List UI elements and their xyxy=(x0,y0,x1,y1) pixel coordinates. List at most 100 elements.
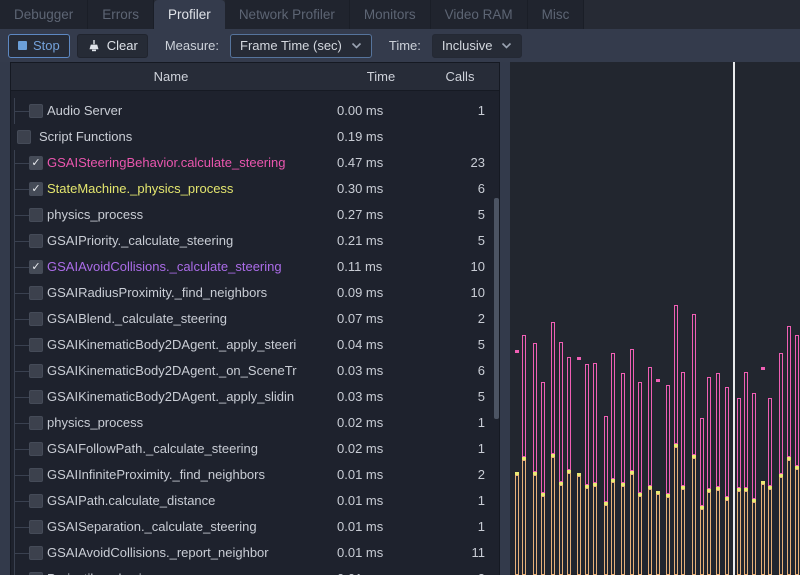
time-select[interactable]: Inclusive xyxy=(432,34,523,58)
function-name: Audio Server xyxy=(47,98,331,124)
table-row[interactable]: Audio Server0.00 ms1 xyxy=(11,98,499,124)
tree-guide-line xyxy=(14,163,29,164)
table-row[interactable]: GSAIKinematicBody2DAgent._on_SceneTr0.03… xyxy=(11,358,499,384)
tab-profiler[interactable]: Profiler xyxy=(154,0,225,29)
tree-guide-line xyxy=(14,111,29,112)
tab-errors[interactable]: Errors xyxy=(88,0,154,29)
table-row[interactable]: physics_process0.27 ms5 xyxy=(11,202,499,228)
frame-bar-tan xyxy=(674,447,678,575)
tree-guide-line xyxy=(14,397,29,398)
frame-bar-tan xyxy=(621,486,625,575)
tree-guide-line xyxy=(14,319,29,320)
table-row[interactable]: GSAIAvoidCollisions._report_neighbor0.01… xyxy=(11,540,499,566)
row-checkbox[interactable] xyxy=(29,546,43,560)
table-row[interactable]: Projectile._physics_process0.01 ms2 xyxy=(11,566,499,575)
row-checkbox-checked[interactable] xyxy=(29,182,43,196)
function-calls: 1 xyxy=(425,436,485,462)
tab-debugger[interactable]: Debugger xyxy=(0,0,88,29)
function-time: 0.11 ms xyxy=(337,254,432,280)
table-row[interactable]: GSAIKinematicBody2DAgent._apply_slidin0.… xyxy=(11,384,499,410)
row-checkbox[interactable] xyxy=(29,338,43,352)
frame-bar-pink xyxy=(585,364,589,485)
table-row[interactable]: GSAIFollowPath._calculate_steering0.02 m… xyxy=(11,436,499,462)
frame-bar-tan xyxy=(787,460,791,575)
table-row[interactable]: GSAIRadiusProximity._find_neighbors0.09 … xyxy=(11,280,499,306)
function-name: GSAIKinematicBody2DAgent._on_SceneTr xyxy=(47,358,331,384)
frame-bar-pink xyxy=(541,382,545,493)
frame-bar-pink xyxy=(692,314,696,455)
column-header-time[interactable]: Time xyxy=(331,69,431,84)
clear-button[interactable]: Clear xyxy=(77,34,148,58)
table-row[interactable]: Script Functions0.19 ms xyxy=(11,124,499,150)
frame-cursor-line[interactable] xyxy=(733,62,735,575)
tree-guide-line xyxy=(14,527,29,528)
function-name: Projectile._physics_process xyxy=(47,566,331,575)
tab-network-profiler[interactable]: Network Profiler xyxy=(225,0,350,29)
column-header-calls[interactable]: Calls xyxy=(431,69,489,84)
function-time: 0.21 ms xyxy=(337,228,432,254)
tab-monitors[interactable]: Monitors xyxy=(350,0,431,29)
row-checkbox-checked[interactable] xyxy=(29,156,43,170)
row-checkbox[interactable] xyxy=(29,104,43,118)
frame-bar-pink xyxy=(752,393,756,499)
row-checkbox[interactable] xyxy=(29,286,43,300)
row-checkbox[interactable] xyxy=(29,364,43,378)
row-checkbox[interactable] xyxy=(17,130,31,144)
table-row[interactable]: StateMachine._physics_process0.30 ms6 xyxy=(11,176,499,202)
frame-bar-pink xyxy=(522,335,526,457)
frame-bar-pink xyxy=(779,353,783,474)
table-row[interactable]: GSAIKinematicBody2DAgent._apply_steeri0.… xyxy=(11,332,499,358)
frame-bar-tan xyxy=(666,497,670,575)
row-checkbox[interactable] xyxy=(29,312,43,326)
table-row[interactable]: GSAIBlend._calculate_steering0.07 ms2 xyxy=(11,306,499,332)
tree-header-row: Name Time Calls xyxy=(11,63,499,91)
row-checkbox[interactable] xyxy=(29,208,43,222)
tree-guide-line xyxy=(14,215,29,216)
frame-bar-tan xyxy=(522,460,526,575)
function-time: 0.30 ms xyxy=(337,176,432,202)
row-checkbox[interactable] xyxy=(29,390,43,404)
table-row[interactable]: GSAIPriority._calculate_steering0.21 ms5 xyxy=(11,228,499,254)
frame-bar-pink xyxy=(638,382,642,493)
row-checkbox[interactable] xyxy=(29,416,43,430)
frame-bar-tan xyxy=(692,458,696,575)
function-name: GSAISteeringBehavior.calculate_steering xyxy=(47,150,331,176)
tree-guide-line xyxy=(14,293,29,294)
row-checkbox[interactable] xyxy=(29,520,43,534)
frame-bar-pink xyxy=(604,416,608,502)
tab-video-ram[interactable]: Video RAM xyxy=(431,0,528,29)
function-calls: 1 xyxy=(425,514,485,540)
function-calls: 10 xyxy=(425,280,485,306)
table-row[interactable]: GSAISteeringBehavior.calculate_steering0… xyxy=(11,150,499,176)
row-checkbox[interactable] xyxy=(29,468,43,482)
measure-select-value: Frame Time (sec) xyxy=(240,38,342,53)
table-row[interactable]: GSAIInfiniteProximity._find_neighbors0.0… xyxy=(11,462,499,488)
function-time: 0.01 ms xyxy=(337,462,432,488)
function-time: 0.02 ms xyxy=(337,436,432,462)
row-checkbox-checked[interactable] xyxy=(29,260,43,274)
column-header-name[interactable]: Name xyxy=(11,69,331,84)
row-checkbox[interactable] xyxy=(29,234,43,248)
table-row[interactable]: GSAIPath.calculate_distance0.01 ms1 xyxy=(11,488,499,514)
function-time: 0.27 ms xyxy=(337,202,432,228)
table-row[interactable]: physics_process0.02 ms1 xyxy=(11,410,499,436)
frame-bar-tan xyxy=(630,474,634,575)
frame-bar-tan xyxy=(761,484,765,575)
tab-misc[interactable]: Misc xyxy=(528,0,585,29)
frame-bar-tan xyxy=(638,496,642,575)
frame-bar-pink xyxy=(744,372,748,488)
row-checkbox[interactable] xyxy=(29,442,43,456)
row-checkbox[interactable] xyxy=(29,494,43,508)
table-row[interactable]: GSAIAvoidCollisions._calculate_steering0… xyxy=(11,254,499,280)
frame-bar-pink xyxy=(761,367,765,370)
stop-button[interactable]: Stop xyxy=(8,34,70,58)
frame-bar-pink xyxy=(666,385,670,494)
profiler-frame-graph[interactable] xyxy=(510,62,800,575)
measure-select[interactable]: Frame Time (sec) xyxy=(230,34,372,58)
frame-bar-tan xyxy=(716,490,720,575)
vertical-scrollbar-thumb[interactable] xyxy=(494,198,499,419)
function-calls: 2 xyxy=(425,462,485,488)
function-name: GSAIAvoidCollisions._report_neighbor xyxy=(47,540,331,566)
table-row[interactable]: GSAISeparation._calculate_steering0.01 m… xyxy=(11,514,499,540)
clear-button-label: Clear xyxy=(107,38,138,53)
